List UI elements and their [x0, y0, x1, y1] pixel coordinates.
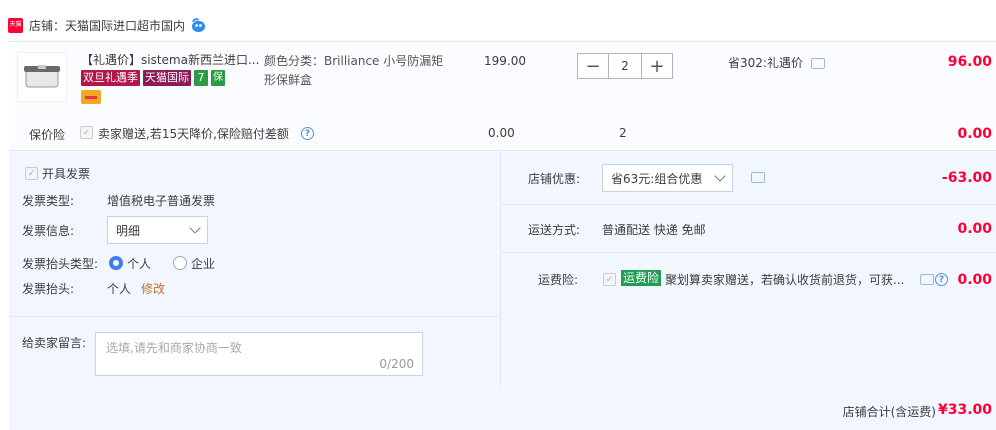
- tag-tmall-global: 天猫国际: [143, 70, 191, 86]
- unit-price: 199.00: [484, 54, 526, 68]
- insurance-total: 0.00: [957, 126, 992, 142]
- comment-icon[interactable]: [811, 58, 825, 69]
- invoice-info-value: 明细: [116, 223, 141, 238]
- seven-day-return-icon: 7: [194, 70, 208, 86]
- savings-text: 省302:礼遇价: [728, 56, 803, 70]
- invoice-checkbox[interactable]: ✓: [25, 167, 38, 180]
- order-summary-section: 店铺优惠: 省63元:组合优惠 -63.00 运送方式: 普通配送 快递 免邮 …: [502, 151, 996, 387]
- store-total-bar: 店铺合计(含运费) ¥33.00: [9, 386, 996, 430]
- invoice-title-type-label: 发票抬头类型:: [22, 257, 99, 271]
- invoice-open-label: 开具发票: [42, 167, 91, 181]
- store-discount-label: 店铺优惠:: [528, 172, 581, 186]
- tag-shuangdan: 双旦礼遇季: [81, 70, 140, 86]
- invoice-type-value: 增值税电子普通发票: [107, 194, 216, 208]
- invoice-info-label: 发票信息:: [22, 224, 75, 238]
- insurance-description: 卖家赠送,若15天降价,保险赔付差额: [98, 127, 289, 141]
- store-total-amount: ¥33.00: [937, 402, 992, 418]
- invoice-info-select[interactable]: 明细: [107, 216, 208, 244]
- store-discount-select[interactable]: 省63元:组合优惠: [602, 164, 733, 192]
- store-discount-value: 省63元:组合优惠: [611, 171, 703, 186]
- insurance-quantity: 2: [619, 126, 627, 140]
- increase-quantity-button[interactable]: +: [641, 53, 673, 79]
- order-item: 【礼遇价】sistema新西兰进口... 双旦礼遇季 天猫国际 7 保 颜色分类…: [9, 41, 996, 149]
- radio-personal[interactable]: [109, 256, 123, 270]
- message-label: 给卖家留言:: [22, 336, 87, 350]
- shipping-amount: 0.00: [957, 221, 992, 237]
- invoice-title-label: 发票抬头:: [22, 282, 75, 296]
- radio-company-label[interactable]: 企业: [191, 255, 215, 272]
- tmall-badge-icon: 天猫: [8, 17, 23, 33]
- message-char-count: 0/200: [379, 357, 414, 371]
- wangwang-chat-icon[interactable]: [191, 17, 206, 33]
- radio-personal-label[interactable]: 个人: [127, 255, 151, 272]
- invoice-section: ✓ 开具发票 发票类型: 增值税电子普通发票 发票信息: 明细 发票抬头类型: …: [9, 151, 501, 316]
- shipping-insurance-tag: 运费险: [621, 270, 662, 286]
- comment-icon[interactable]: [751, 172, 765, 183]
- comment-icon[interactable]: [920, 274, 934, 285]
- store-discount-row: 店铺优惠: 省63元:组合优惠 -63.00: [502, 151, 996, 205]
- shipping-label: 运送方式:: [528, 223, 581, 237]
- shipping-insurance-text: 聚划算卖家赠送，若确认收货前退货，可获...: [665, 273, 905, 287]
- item-total: 96.00: [947, 54, 992, 70]
- shipping-row: 运送方式: 普通配送 快递 免邮 0.00: [502, 205, 996, 253]
- quantity-input[interactable]: 2: [609, 53, 641, 79]
- shipping-insurance-amount: 0.00: [957, 272, 992, 288]
- insurance-label: 保价险: [29, 128, 66, 142]
- shipping-insurance-checkbox[interactable]: ✓: [603, 273, 616, 286]
- sku-line: 颜色分类：Brilliance 小号防漏矩: [264, 54, 444, 68]
- shipping-insurance-row: 运费险: ✓ 运费险 聚划算卖家赠送，若确认收货前退货，可获... ? 0.00: [502, 253, 996, 387]
- chevron-down-icon: [714, 170, 726, 182]
- insurance-checkbox[interactable]: ✓: [80, 126, 93, 139]
- product-image[interactable]: [17, 52, 67, 102]
- store-header: 天猫 店铺：天猫国际进口超市国内: [8, 14, 206, 36]
- order-options-panel: ✓ 开具发票 发票类型: 增值税电子普通发票 发票信息: 明细 发票抬头类型: …: [9, 150, 996, 387]
- radio-company[interactable]: [173, 256, 187, 270]
- message-placeholder: 选填,请先和商家协商一致: [106, 341, 242, 355]
- guarantee-icon: 保: [211, 70, 225, 86]
- sku-info: 颜色分类：Brilliance 小号防漏矩 形保鲜盒: [264, 52, 464, 90]
- food-container-icon: [24, 65, 60, 88]
- invoice-title-value: 个人: [107, 282, 132, 296]
- shipping-method: 普通配送 快递 免邮: [602, 223, 706, 237]
- store-name-link[interactable]: 店铺：天猫国际进口超市国内: [29, 17, 185, 34]
- store-discount-amount: -63.00: [941, 170, 992, 186]
- help-icon[interactable]: ?: [301, 127, 314, 140]
- chevron-down-icon: [189, 222, 201, 234]
- quantity-stepper: − 2 +: [577, 53, 673, 79]
- store-total-label: 店铺合计(含运费): [842, 405, 936, 419]
- seller-message-input[interactable]: 选填,请先和商家协商一致 0/200: [95, 332, 423, 376]
- decrease-quantity-button[interactable]: −: [577, 53, 609, 79]
- promo-tags: 双旦礼遇季 天猫国际 7 保: [81, 70, 225, 86]
- sku-line: 形保鲜盒: [264, 73, 313, 87]
- insurance-price: 0.00: [488, 126, 515, 140]
- edit-invoice-link[interactable]: 修改: [141, 280, 165, 297]
- invoice-type-label: 发票类型:: [22, 194, 75, 208]
- help-icon[interactable]: ?: [935, 273, 948, 286]
- shipping-insurance-label: 运费险:: [538, 273, 579, 287]
- card-payment-icon: [81, 90, 101, 104]
- product-title-link[interactable]: 【礼遇价】sistema新西兰进口...: [81, 52, 261, 69]
